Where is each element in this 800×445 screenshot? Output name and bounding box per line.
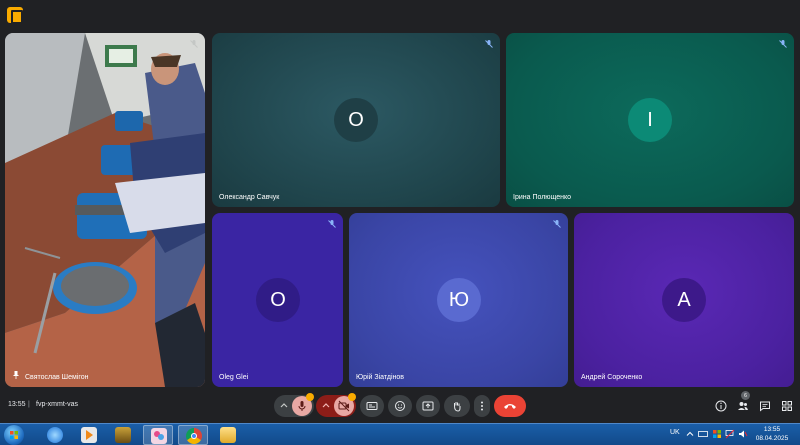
microphone-button[interactable] [292, 393, 314, 416]
mic-off-icon [553, 220, 561, 228]
meeting-controls-bar: 13:55 | fvp-xmmt-vas [0, 392, 800, 422]
mic-off-icon [298, 401, 306, 411]
chevron-up-icon[interactable] [278, 400, 290, 412]
windows-logo-icon [10, 431, 18, 439]
avatar: А [662, 278, 706, 322]
start-button[interactable] [4, 425, 24, 445]
more-vert-icon [481, 401, 483, 411]
taskbar-app-paint[interactable] [143, 425, 173, 445]
keyboard-icon[interactable] [698, 429, 708, 439]
taskbar-app-game[interactable] [108, 425, 138, 445]
mic-off-icon [328, 220, 336, 228]
avatar: О [334, 98, 378, 142]
participant-name: Юрій Зіатдінов [356, 374, 404, 381]
audio-control-group [274, 393, 314, 417]
windows-taskbar: UK 13:55 08.04.2025 [0, 423, 800, 445]
participant-tile-yuriy[interactable]: Ю Юрій Зіатдінов [349, 213, 568, 387]
pin-icon[interactable] [13, 371, 19, 379]
chrome-icon [186, 428, 202, 444]
taskbar-app-internet-explorer[interactable] [40, 425, 70, 445]
meeting-time: 13:55 [8, 401, 26, 408]
tray-expand-icon[interactable] [686, 430, 694, 438]
video-control-group [316, 393, 356, 417]
meeting-code: fvp-xmmt-vas [36, 401, 78, 408]
language-indicator[interactable]: UK [670, 429, 680, 436]
participant-name: Святослав Шемігон [25, 374, 89, 381]
avatar: І [628, 98, 672, 142]
captions-icon [366, 402, 378, 410]
more-options-button[interactable] [474, 395, 490, 417]
raise-hand-icon [454, 402, 461, 412]
meeting-separator: | [28, 401, 30, 408]
activities-icon[interactable] [781, 400, 793, 412]
clock-date: 08.04.2025 [755, 435, 789, 442]
info-icon[interactable] [715, 400, 727, 412]
camera-button[interactable] [334, 393, 356, 416]
network-icon[interactable] [725, 429, 735, 439]
emoji-icon [395, 401, 405, 411]
mic-off-icon [779, 40, 787, 48]
participant-name: Ірина Полющенко [513, 194, 572, 201]
warning-badge [348, 393, 356, 401]
folder-icon [220, 427, 236, 443]
participant-name: Oleg Glei [219, 374, 249, 381]
chat-icon[interactable] [759, 400, 771, 412]
leave-call-button[interactable] [494, 395, 526, 417]
participant-tile-andriy[interactable]: А Андрей Сороченко [574, 213, 794, 387]
raise-hand-button[interactable] [444, 395, 470, 417]
mic-off-icon [485, 40, 493, 48]
participant-name: Олександр Савчук [219, 194, 280, 201]
people-count-badge: 6 [741, 391, 750, 400]
chevron-up-icon[interactable] [320, 400, 332, 412]
mic-off-icon [190, 40, 198, 48]
taskbar-app-media-player[interactable] [74, 425, 104, 445]
media-player-icon [81, 427, 97, 443]
action-center-flag-icon[interactable] [712, 429, 722, 439]
volume-icon[interactable] [738, 429, 748, 439]
internet-explorer-icon [47, 427, 63, 443]
participant-name: Андрей Сороченко [581, 374, 643, 381]
camera-video-feed [5, 33, 205, 387]
meet-window: Святослав Шемігон О Олександр Савчук І І… [0, 0, 800, 423]
meet-app-icon[interactable] [7, 7, 23, 24]
paint-icon [151, 428, 167, 444]
taskbar-app-file-explorer[interactable] [213, 425, 243, 445]
game-icon [115, 427, 131, 443]
clock-time: 13:55 [763, 426, 781, 433]
avatar: О [256, 278, 300, 322]
participant-tile-savchuk[interactable]: О Олександр Савчук [212, 33, 500, 207]
system-clock[interactable]: 13:55 08.04.2025 [752, 425, 792, 443]
warning-badge [306, 393, 314, 401]
emoji-button[interactable] [388, 395, 412, 417]
present-screen-icon [422, 401, 434, 411]
participant-tile-iryna[interactable]: І Ірина Полющенко [506, 33, 794, 207]
participant-tile-sviatoslav[interactable]: Святослав Шемігон [5, 33, 205, 387]
phone-hangup-icon [504, 404, 516, 409]
people-icon[interactable] [737, 400, 749, 412]
taskbar-app-chrome[interactable] [178, 425, 208, 445]
participant-tile-oleg[interactable]: О Oleg Glei [212, 213, 343, 387]
avatar: Ю [437, 278, 481, 322]
camera-off-icon [338, 400, 350, 412]
present-button[interactable] [416, 395, 440, 417]
captions-button[interactable] [360, 395, 384, 417]
